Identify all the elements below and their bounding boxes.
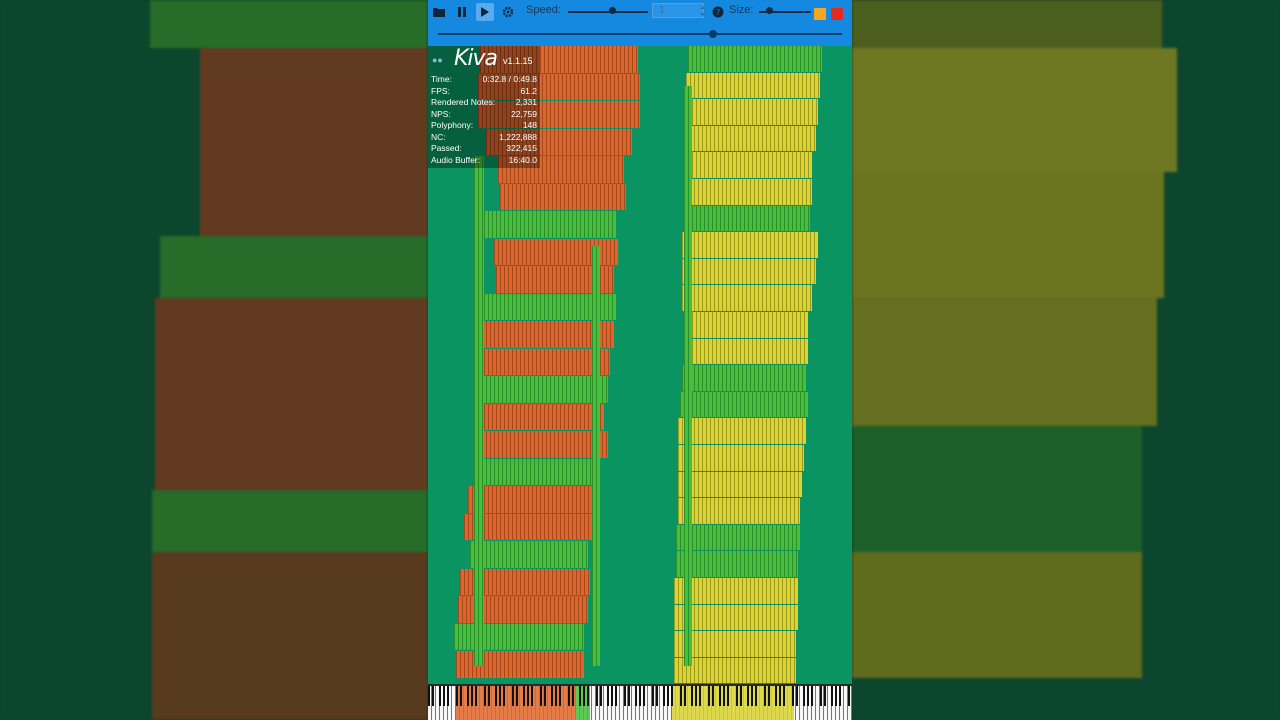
app-name: Kiva xyxy=(454,46,498,71)
note-block xyxy=(684,205,810,232)
note-block xyxy=(674,578,798,604)
bg-band xyxy=(152,552,428,720)
kiva-logo-icon: ●● xyxy=(432,55,443,65)
note-block xyxy=(686,179,812,205)
note-block xyxy=(478,431,608,458)
background-blur-right xyxy=(852,0,1280,720)
speed-slider[interactable] xyxy=(568,11,648,13)
speed-label: Speed: xyxy=(526,4,561,16)
pause-icon[interactable] xyxy=(453,3,471,21)
minimize-icon[interactable] xyxy=(814,8,826,20)
note-block xyxy=(474,156,484,666)
bg-band xyxy=(852,172,1164,298)
stat-row-nps: NPS: 22,759 xyxy=(431,108,537,119)
black-keys xyxy=(428,686,852,706)
note-block xyxy=(688,99,818,125)
stats-overlay: ●● Kiva v1.1.15 Time: 0:32.8 / 0:49.8 FPS… xyxy=(428,46,540,168)
playback-progress-track[interactable] xyxy=(438,33,842,35)
note-block xyxy=(686,125,816,152)
size-slider-thumb[interactable] xyxy=(765,7,773,14)
note-block xyxy=(484,211,616,238)
folder-icon[interactable] xyxy=(430,3,448,21)
bg-band xyxy=(152,490,428,552)
bg-band xyxy=(160,236,428,298)
note-block xyxy=(470,541,588,568)
note-block xyxy=(592,246,600,666)
bg-band xyxy=(852,298,1157,426)
app-version: v1.1.15 xyxy=(503,56,533,66)
note-block xyxy=(678,445,804,471)
bg-band xyxy=(852,552,1142,678)
stat-row-time: Time: 0:32.8 / 0:49.8 xyxy=(431,74,537,84)
note-block xyxy=(682,365,806,391)
note-block xyxy=(686,72,820,99)
note-block xyxy=(678,418,806,444)
note-block xyxy=(500,183,626,210)
speed-slider-thumb[interactable] xyxy=(608,7,616,14)
note-block xyxy=(674,631,796,657)
note-block xyxy=(684,86,692,666)
kiva-window: Speed: 1 ? Size: ●● Kiva v1.1.15 Time: 0:… xyxy=(428,0,852,720)
note-block xyxy=(682,232,818,258)
playback-progress-thumb[interactable] xyxy=(708,30,717,38)
note-block xyxy=(480,348,610,375)
bg-band xyxy=(155,426,428,490)
note-block xyxy=(688,46,822,72)
bg-band xyxy=(852,0,1162,48)
note-block xyxy=(682,258,816,285)
note-block xyxy=(678,498,800,524)
play-icon[interactable] xyxy=(476,3,494,21)
gear-icon[interactable] xyxy=(499,3,517,21)
note-block xyxy=(474,458,598,485)
note-block xyxy=(468,486,598,513)
background-blur-left xyxy=(0,0,428,720)
close-icon[interactable] xyxy=(831,8,843,20)
note-block xyxy=(676,551,798,577)
bg-band xyxy=(155,298,428,426)
piano-keyboard xyxy=(428,684,852,720)
bg-band xyxy=(150,0,428,48)
note-block xyxy=(678,471,802,498)
stat-row-fps: FPS: 61.2 xyxy=(431,85,537,96)
stat-row-audio-buffer: Audio Buffer: 16:40.0 xyxy=(431,154,537,165)
stat-row-polyphony: Polyphony: 148 xyxy=(431,120,537,130)
toolbar: Speed: 1 ? Size: xyxy=(428,0,852,46)
note-block xyxy=(684,152,812,178)
svg-text:?: ? xyxy=(716,8,720,17)
bg-band xyxy=(852,426,1142,552)
note-block xyxy=(484,403,604,430)
note-block xyxy=(478,376,608,403)
stat-row-nc: NC: 1,222,888 xyxy=(431,131,537,142)
stat-row-rendered-notes: Rendered Notes: 2,331 xyxy=(431,97,537,107)
stat-row-passed: Passed: 322,415 xyxy=(431,143,537,153)
note-block xyxy=(684,312,808,338)
note-block xyxy=(674,657,796,684)
bg-band xyxy=(852,48,1177,172)
note-block xyxy=(684,338,808,365)
help-icon[interactable]: ? xyxy=(709,3,727,21)
note-block xyxy=(680,391,808,418)
size-label: Size: xyxy=(729,4,754,16)
note-block xyxy=(676,524,800,551)
bg-band xyxy=(200,48,428,236)
note-block xyxy=(674,604,798,631)
note-block xyxy=(682,285,812,311)
